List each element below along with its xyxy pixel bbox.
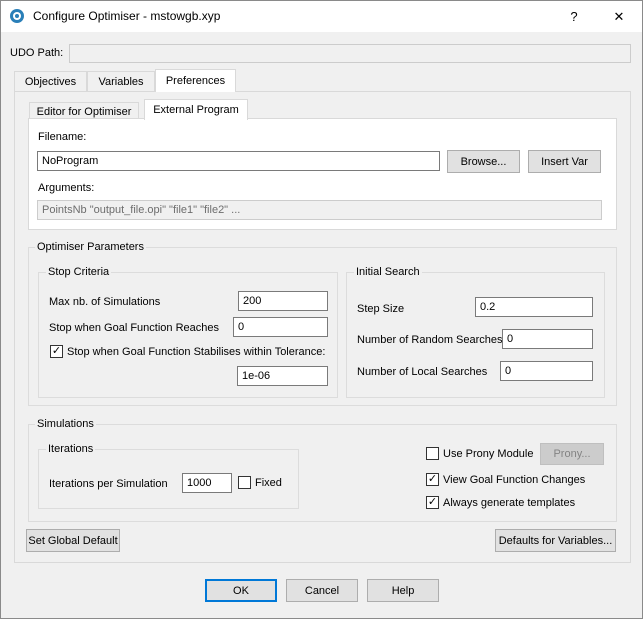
stabilise-label: Stop when Goal Function Stabilises withi… [67, 346, 326, 358]
random-searches-label: Number of Random Searches [357, 334, 503, 346]
prony-button[interactable]: Prony... [540, 443, 604, 465]
insert-var-button[interactable]: Insert Var [528, 150, 601, 173]
arguments-field[interactable]: PointsNb "output_file.opi" "file1" "file… [37, 200, 602, 220]
subtab-external-program[interactable]: External Program [144, 99, 248, 120]
step-size-label: Step Size [357, 303, 405, 315]
goal-reaches-input[interactable]: 0 [233, 317, 328, 337]
set-global-default-button[interactable]: Set Global Default [26, 529, 120, 552]
configure-optimiser-dialog: Configure Optimiser - mstowgb.xyp ? ✕ UD… [0, 0, 643, 619]
close-icon[interactable]: ✕ [596, 1, 642, 32]
prony-checkbox[interactable] [426, 447, 439, 460]
help-icon[interactable]: ? [551, 1, 597, 32]
help-button[interactable]: Help [367, 579, 439, 602]
iterations-per-simulation-input[interactable]: 1000 [182, 473, 232, 493]
udo-path-label: UDO Path: [10, 47, 64, 59]
view-goal-label: View Goal Function Changes [443, 474, 586, 486]
tolerance-input[interactable]: 1e-06 [237, 366, 328, 386]
app-logo-icon [9, 8, 25, 24]
random-searches-input[interactable]: 0 [502, 329, 593, 349]
local-searches-label: Number of Local Searches [357, 366, 488, 378]
tab-variables[interactable]: Variables [87, 71, 155, 91]
templates-label: Always generate templates [443, 497, 576, 509]
udo-path-field[interactable] [69, 44, 631, 63]
max-simulations-label: Max nb. of Simulations [49, 296, 161, 308]
goal-reaches-label: Stop when Goal Function Reaches [49, 322, 219, 334]
simulations-title: Simulations [35, 418, 96, 430]
view-goal-checkbox[interactable]: ✓ [426, 473, 439, 486]
filename-label: Filename: [38, 131, 87, 143]
templates-checkbox[interactable]: ✓ [426, 496, 439, 509]
arguments-label: Arguments: [38, 182, 95, 194]
ok-button[interactable]: OK [205, 579, 277, 602]
max-simulations-input[interactable]: 200 [238, 291, 328, 311]
iterations-per-simulation-label: Iterations per Simulation [49, 478, 168, 490]
browse-button[interactable]: Browse... [447, 150, 520, 173]
title-bar[interactable]: Configure Optimiser - mstowgb.xyp ? ✕ [1, 1, 642, 32]
defaults-for-variables-button[interactable]: Defaults for Variables... [495, 529, 616, 552]
fixed-checkbox[interactable] [238, 476, 251, 489]
prony-label: Use Prony Module [443, 448, 534, 460]
fixed-label: Fixed [255, 477, 282, 489]
initial-search-title: Initial Search [354, 266, 422, 278]
window-title: Configure Optimiser - mstowgb.xyp [33, 9, 221, 23]
step-size-input[interactable]: 0.2 [475, 297, 593, 317]
tab-preferences[interactable]: Preferences [155, 69, 236, 92]
iterations-title: Iterations [46, 443, 96, 455]
filename-input[interactable]: NoProgram [37, 151, 440, 171]
cancel-button[interactable]: Cancel [286, 579, 358, 602]
optimiser-parameters-title: Optimiser Parameters [35, 241, 146, 253]
stop-criteria-title: Stop Criteria [46, 266, 112, 278]
tab-objectives[interactable]: Objectives [14, 71, 87, 91]
local-searches-input[interactable]: 0 [500, 361, 593, 381]
stabilise-checkbox[interactable]: ✓ [50, 345, 63, 358]
